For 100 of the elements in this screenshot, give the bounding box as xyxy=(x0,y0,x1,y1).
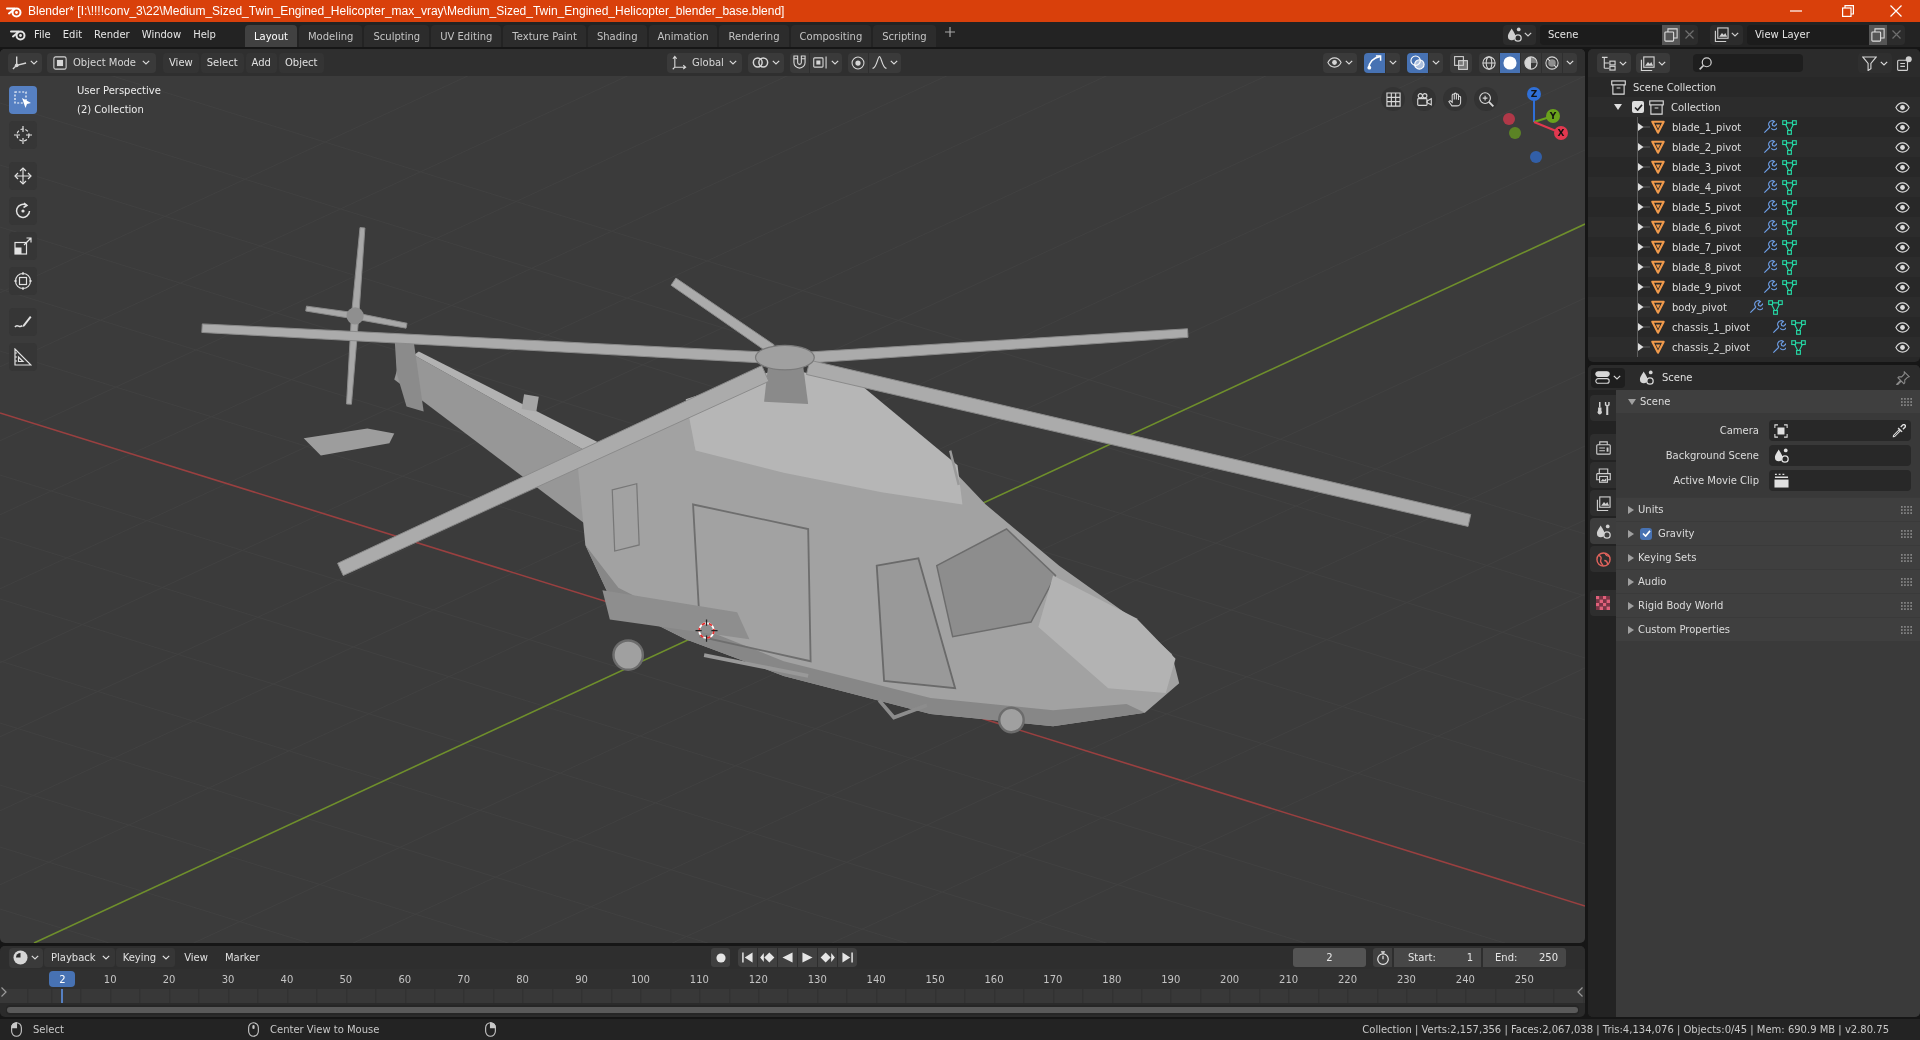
workspace-tab[interactable]: Rendering xyxy=(719,25,789,47)
zoom-button[interactable] xyxy=(1474,87,1498,111)
menu-dropdown[interactable]: Playback xyxy=(44,948,115,967)
jump-start-button[interactable] xyxy=(738,948,757,967)
editor-type-button[interactable] xyxy=(8,52,42,73)
outliner-row[interactable]: blade_2_pivot xyxy=(1588,137,1920,157)
shading-dropdown[interactable] xyxy=(1563,52,1577,73)
workspace-tab[interactable]: UV Editing xyxy=(431,25,502,47)
panel-header[interactable]: Units xyxy=(1616,498,1920,521)
menu-item[interactable]: Object xyxy=(278,52,324,73)
duplicate-button[interactable] xyxy=(1869,24,1887,45)
drag-handle-icon[interactable] xyxy=(1901,505,1912,514)
wrench-icon[interactable] xyxy=(1763,180,1778,194)
workspace-tab[interactable]: Sculpting xyxy=(364,25,430,47)
tool-button[interactable] xyxy=(9,162,37,190)
workspace-tab[interactable]: Modeling xyxy=(298,25,363,47)
panel-header[interactable]: Audio xyxy=(1616,570,1920,593)
eyedropper-icon[interactable] xyxy=(1892,423,1906,438)
preview-range-toggle[interactable] xyxy=(1373,948,1392,967)
menu-item[interactable]: Edit xyxy=(56,24,89,45)
axis-dot-icon[interactable] xyxy=(1509,127,1521,139)
new-collection-icon[interactable] xyxy=(1897,55,1912,71)
panel-header[interactable]: Rigid Body World xyxy=(1616,594,1920,617)
snap-toggle[interactable] xyxy=(789,52,809,73)
expand-arrow-icon[interactable] xyxy=(1638,163,1650,171)
vertex-triangle-icon[interactable] xyxy=(1782,259,1798,275)
xray-toggle[interactable] xyxy=(1450,52,1472,73)
wrench-icon[interactable] xyxy=(1763,160,1778,174)
pan-button[interactable] xyxy=(1443,87,1467,111)
menu-item[interactable]: Render xyxy=(88,24,136,45)
record-button[interactable] xyxy=(711,948,730,967)
falloff-dropdown[interactable] xyxy=(868,52,901,73)
expand-arrow-icon[interactable] xyxy=(1638,123,1650,131)
expand-arrow-icon[interactable] xyxy=(1638,223,1650,231)
menu-item[interactable]: Add xyxy=(245,52,277,73)
filter-dropdown[interactable] xyxy=(1858,53,1892,73)
menu-item[interactable]: File xyxy=(28,24,57,45)
drag-handle-icon[interactable] xyxy=(1901,553,1912,562)
duplicate-button[interactable] xyxy=(1662,24,1680,45)
outliner-row[interactable]: body_pivot xyxy=(1588,297,1920,317)
wrench-icon[interactable] xyxy=(1763,140,1778,154)
current-frame-field[interactable]: 2 xyxy=(1293,948,1366,967)
menu-item[interactable]: View xyxy=(163,52,199,73)
tool-button[interactable] xyxy=(9,267,37,295)
eye-icon[interactable] xyxy=(1895,341,1910,353)
close-icon[interactable] xyxy=(1890,5,1902,17)
workspace-tab[interactable]: Animation xyxy=(648,25,718,47)
wrench-icon[interactable] xyxy=(1771,340,1786,354)
wrench-icon[interactable] xyxy=(1763,200,1778,214)
search-field[interactable] xyxy=(1693,54,1803,72)
scene-field[interactable] xyxy=(1769,445,1911,466)
expand-arrow-icon[interactable] xyxy=(1638,343,1650,351)
outliner-row[interactable]: Collection xyxy=(1588,97,1920,117)
shading-mode-button[interactable] xyxy=(1479,52,1499,73)
wrench-icon[interactable] xyxy=(1771,320,1786,334)
vertex-triangle-icon[interactable] xyxy=(1782,279,1798,295)
gizmo-dropdown[interactable] xyxy=(1386,52,1400,73)
display-mode-dropdown[interactable] xyxy=(1636,53,1670,73)
eye-icon[interactable] xyxy=(1895,281,1910,293)
expand-arrow-icon[interactable] xyxy=(1638,243,1650,251)
expand-arrow-icon[interactable] xyxy=(1638,283,1650,291)
play-button[interactable] xyxy=(798,948,817,967)
panel-header[interactable]: Scene xyxy=(1616,390,1920,413)
vertex-triangle-icon[interactable] xyxy=(1782,159,1798,175)
scene-name-field[interactable]: Scene xyxy=(1540,24,1662,45)
overlay-dropdown[interactable] xyxy=(1429,52,1443,73)
app-logo-icon[interactable] xyxy=(10,28,26,41)
view-layer-name-field[interactable]: View Layer xyxy=(1747,24,1869,45)
tool-button[interactable] xyxy=(9,86,37,114)
panel-header[interactable]: Gravity xyxy=(1616,522,1920,545)
view-layer-browse-button[interactable] xyxy=(1710,24,1743,45)
properties-tab[interactable] xyxy=(1590,434,1616,460)
add-icon[interactable] xyxy=(944,26,955,37)
menu-item[interactable]: Help xyxy=(187,24,222,45)
wrench-icon[interactable] xyxy=(1748,300,1763,314)
axis-handle[interactable]: Z xyxy=(1527,87,1541,101)
eye-icon[interactable] xyxy=(1895,121,1910,133)
next-keyframe-button[interactable] xyxy=(818,948,837,967)
menu-item[interactable]: Window xyxy=(135,24,188,45)
movie-clip-field[interactable] xyxy=(1769,470,1911,491)
expand-arrow-icon[interactable] xyxy=(1638,323,1650,331)
tool-button[interactable] xyxy=(9,232,37,260)
editor-type-button[interactable] xyxy=(9,947,43,968)
snap-target-dropdown[interactable] xyxy=(809,52,842,73)
jump-end-button[interactable] xyxy=(838,948,857,967)
wrench-icon[interactable] xyxy=(1763,280,1778,294)
expand-arrow-icon[interactable] xyxy=(1614,104,1622,110)
vertex-triangle-icon[interactable] xyxy=(1782,219,1798,235)
expand-arrow-icon[interactable] xyxy=(1638,143,1650,151)
properties-tab[interactable] xyxy=(1590,395,1616,421)
axis-dot-icon[interactable] xyxy=(1530,151,1542,163)
menu-dropdown[interactable]: Keying xyxy=(115,948,176,967)
properties-tab[interactable] xyxy=(1590,546,1616,572)
gizmo-toggle[interactable] xyxy=(1364,52,1385,73)
shading-mode-button[interactable] xyxy=(1521,52,1541,73)
chevron-left-icon[interactable] xyxy=(1577,987,1583,997)
menu-item[interactable]: Marker xyxy=(216,948,268,967)
eye-icon[interactable] xyxy=(1895,181,1910,193)
vertex-triangle-icon[interactable] xyxy=(1790,319,1806,335)
editor-type-button[interactable] xyxy=(1597,53,1631,73)
